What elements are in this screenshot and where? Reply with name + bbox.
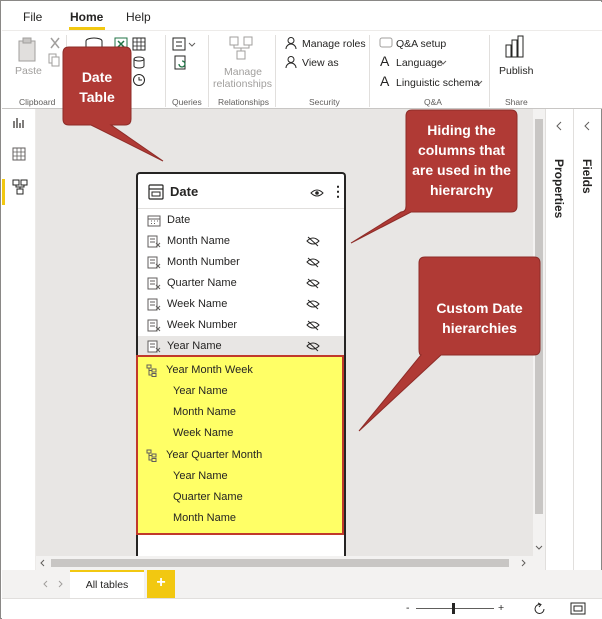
status-bar: - + (2, 598, 602, 619)
callout-custom-hierarchies (358, 256, 541, 432)
reset-layout-icon[interactable] (533, 602, 547, 616)
callout-hiding-text: Hiding the columns that are used in the … (406, 120, 517, 200)
zoom-slider-handle[interactable] (452, 603, 455, 614)
fit-to-screen-icon[interactable] (570, 602, 586, 615)
chevron-right-icon[interactable] (56, 580, 64, 588)
tab-bar: All tables + (2, 570, 602, 598)
callout-custom-text: Custom Date hierarchies (419, 298, 540, 338)
callout-date-table-text: Date Table (63, 67, 131, 107)
zoom-out-button[interactable]: - (406, 602, 410, 614)
add-layout-button[interactable]: + (147, 570, 175, 598)
callout-line: columns that (417, 142, 506, 158)
tab-all-tables[interactable]: All tables (70, 570, 144, 598)
chevron-left-icon[interactable] (42, 580, 50, 588)
callout-line: Hiding the (427, 122, 496, 138)
callout-line: are used in the (412, 162, 511, 178)
callout-line: Custom Date (436, 300, 523, 316)
callout-line: hierarchies (442, 320, 517, 336)
zoom-slider-track[interactable] (416, 608, 494, 609)
callout-line: hierarchy (429, 182, 494, 198)
callout-line: Table (79, 89, 115, 105)
callout-line: Date (81, 69, 113, 85)
zoom-in-button[interactable]: + (498, 602, 504, 614)
powerbi-window: File Home Help Paste Clipboard Queries M… (0, 0, 602, 619)
